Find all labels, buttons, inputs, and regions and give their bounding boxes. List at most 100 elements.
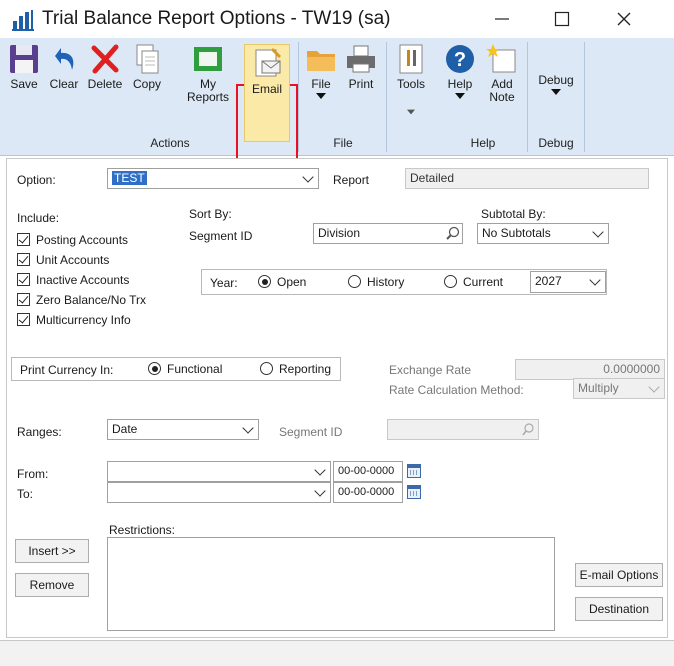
range-segment-label: Segment ID bbox=[279, 425, 343, 439]
restrictions-list[interactable] bbox=[107, 537, 555, 631]
to-date-input[interactable]: 00-00-0000 bbox=[333, 482, 403, 503]
calendar-icon[interactable] bbox=[407, 485, 421, 499]
debug-icon bbox=[539, 42, 573, 76]
option-value: TEST bbox=[112, 171, 147, 185]
ribbon-toolbar: Save Clear Delete Copy My Reports Email bbox=[0, 38, 674, 188]
sort-by-label: Sort By: bbox=[189, 207, 232, 221]
restrictions-label: Restrictions: bbox=[109, 523, 176, 537]
rate-calc-dropdown: Multiply bbox=[573, 378, 665, 399]
save-button[interactable]: Save bbox=[4, 42, 44, 91]
help-icon: ? bbox=[443, 42, 477, 76]
lookup-magnifier-icon[interactable] bbox=[444, 225, 461, 242]
chevron-down-icon bbox=[551, 89, 561, 95]
status-bar bbox=[0, 640, 674, 666]
radio-selected-icon bbox=[148, 362, 161, 375]
window-title: Trial Balance Report Options - TW19 (sa) bbox=[42, 8, 391, 29]
insert-button[interactable]: Insert >> bbox=[15, 539, 89, 563]
email-button[interactable]: Email bbox=[244, 44, 290, 142]
option-label: Option: bbox=[17, 173, 56, 187]
chevron-down-icon bbox=[648, 381, 660, 393]
email-document-icon bbox=[250, 47, 284, 81]
from-date-input[interactable]: 00-00-0000 bbox=[333, 461, 403, 482]
ranges-label: Ranges: bbox=[17, 425, 62, 439]
chevron-down-icon bbox=[314, 464, 326, 476]
floppy-disk-icon bbox=[7, 42, 41, 76]
clear-button[interactable]: Clear bbox=[44, 42, 84, 91]
delete-button[interactable]: Delete bbox=[84, 42, 126, 91]
checkbox-checked-icon bbox=[17, 233, 30, 246]
email-options-button[interactable]: E-mail Options bbox=[575, 563, 663, 587]
file-button[interactable]: File bbox=[302, 42, 340, 99]
report-options-form: Option: TEST Report Detailed Include: Po… bbox=[6, 158, 668, 638]
checkbox-checked-icon bbox=[17, 273, 30, 286]
chevron-down-icon bbox=[455, 93, 465, 99]
maximize-icon[interactable] bbox=[538, 0, 586, 38]
group-separator bbox=[584, 42, 585, 152]
group-separator bbox=[298, 42, 299, 152]
calendar-icon[interactable] bbox=[407, 464, 421, 478]
debug-button[interactable]: Debug bbox=[532, 42, 580, 95]
tools-button[interactable]: Tools bbox=[391, 42, 431, 115]
include-posting-accounts[interactable]: Posting Accounts bbox=[17, 233, 128, 247]
report-value: Detailed bbox=[405, 168, 649, 189]
from-dropdown[interactable] bbox=[107, 461, 331, 482]
copy-button[interactable]: Copy bbox=[127, 42, 167, 91]
chevron-down-icon bbox=[592, 226, 604, 238]
currency-functional-radio[interactable]: Functional bbox=[148, 362, 222, 376]
help-button[interactable]: ? Help bbox=[440, 42, 480, 99]
print-button[interactable]: Print bbox=[340, 42, 382, 91]
segment-id-label: Segment ID bbox=[189, 229, 253, 243]
to-label: To: bbox=[17, 487, 34, 501]
chevron-down-icon bbox=[242, 422, 254, 434]
group-label-debug: Debug bbox=[538, 136, 574, 150]
print-currency-label: Print Currency In: bbox=[20, 363, 114, 377]
include-label: Include: bbox=[17, 211, 60, 225]
ranges-dropdown[interactable]: Date bbox=[107, 419, 259, 440]
chevron-down-icon bbox=[314, 485, 326, 497]
exchange-rate-value: 0.0000000 bbox=[515, 359, 665, 380]
option-dropdown[interactable]: TEST bbox=[107, 168, 319, 189]
include-zero-balance[interactable]: Zero Balance/No Trx bbox=[17, 293, 146, 307]
add-note-button[interactable]: Add Note bbox=[481, 42, 523, 104]
title-bar: Trial Balance Report Options - TW19 (sa) bbox=[0, 0, 674, 38]
group-label-actions: Actions bbox=[150, 136, 190, 150]
my-reports-button[interactable]: My Reports bbox=[184, 42, 232, 104]
group-separator bbox=[386, 42, 387, 152]
from-label: From: bbox=[17, 467, 49, 481]
year-history-radio[interactable]: History bbox=[348, 275, 404, 289]
checkbox-checked-icon bbox=[17, 313, 30, 326]
chevron-down-icon bbox=[589, 274, 601, 286]
currency-reporting-radio[interactable]: Reporting bbox=[260, 362, 331, 376]
checkbox-checked-icon bbox=[17, 253, 30, 266]
tools-icon bbox=[394, 42, 428, 76]
year-dropdown[interactable]: 2027 bbox=[530, 271, 606, 293]
rate-calc-label: Rate Calculation Method: bbox=[389, 383, 524, 397]
radio-selected-icon bbox=[258, 275, 271, 288]
segment-id-input[interactable]: Division bbox=[313, 223, 463, 244]
remove-button[interactable]: Remove bbox=[15, 573, 89, 597]
year-open-radio[interactable]: Open bbox=[258, 275, 306, 289]
chevron-down-icon bbox=[407, 109, 415, 115]
close-icon[interactable] bbox=[600, 0, 648, 38]
exchange-rate-label: Exchange Rate bbox=[389, 363, 472, 377]
include-inactive-accounts[interactable]: Inactive Accounts bbox=[17, 273, 129, 287]
subtotal-by-label: Subtotal By: bbox=[481, 207, 546, 221]
app-logo-icon bbox=[12, 9, 34, 31]
minimize-icon[interactable] bbox=[478, 0, 526, 38]
undo-arrow-icon bbox=[47, 42, 81, 76]
group-label-help: Help bbox=[470, 136, 496, 150]
lookup-magnifier-icon bbox=[520, 422, 536, 438]
include-unit-accounts[interactable]: Unit Accounts bbox=[17, 253, 109, 267]
subtotal-by-dropdown[interactable]: No Subtotals bbox=[477, 223, 609, 244]
report-label: Report bbox=[333, 173, 370, 187]
print-currency-panel: Print Currency In: Functional Reporting bbox=[11, 357, 341, 381]
add-note-icon bbox=[485, 42, 519, 76]
include-multicurrency[interactable]: Multicurrency Info bbox=[17, 313, 131, 327]
year-label: Year: bbox=[210, 276, 238, 290]
year-current-radio[interactable]: Current bbox=[444, 275, 503, 289]
destination-button[interactable]: Destination bbox=[575, 597, 663, 621]
to-dropdown[interactable] bbox=[107, 482, 331, 503]
checkbox-checked-icon bbox=[17, 293, 30, 306]
printer-icon bbox=[344, 42, 378, 76]
range-segment-input bbox=[387, 419, 539, 440]
